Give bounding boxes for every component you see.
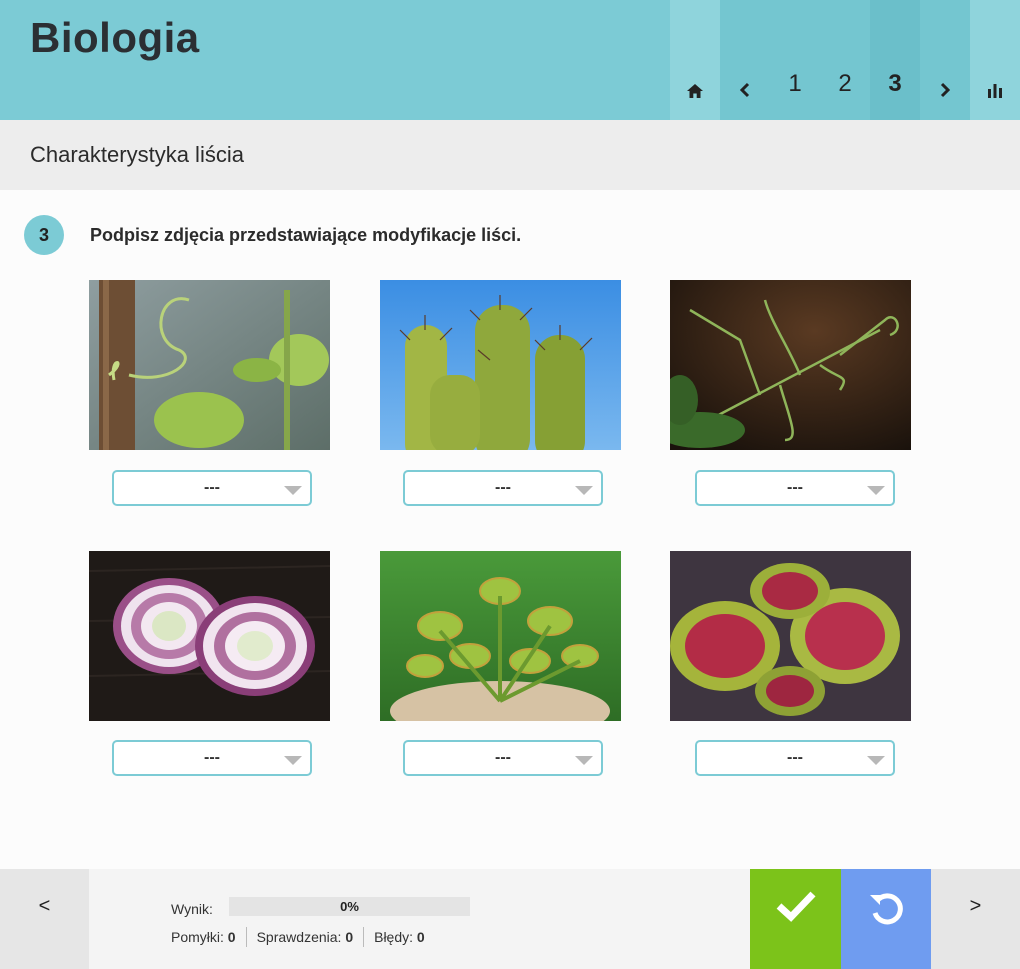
dropdown-arrow-icon — [284, 756, 302, 765]
stats-button[interactable] — [970, 0, 1020, 120]
label-select-4[interactable]: --- — [112, 740, 312, 776]
bar-chart-icon — [987, 84, 1003, 98]
select-value: --- — [204, 749, 220, 766]
nav-next-button[interactable] — [920, 0, 970, 120]
label-select-1[interactable]: --- — [112, 470, 312, 506]
page-1-label: 1 — [788, 70, 802, 97]
stat-checks-value: 0 — [345, 929, 354, 945]
dropdown-arrow-icon — [284, 486, 302, 495]
label-select-3[interactable]: --- — [695, 470, 895, 506]
photo-tendrils — [670, 280, 911, 450]
dropdown-arrow-icon — [867, 486, 885, 495]
home-icon — [687, 84, 703, 98]
question-number-badge: 3 — [24, 215, 64, 255]
footer: < Wynik: 0% Pomyłki: 0 Sprawdzenia: 0 Bł… — [0, 869, 1020, 969]
score-label: Wynik: — [171, 901, 213, 917]
nav-prev-button[interactable] — [720, 0, 770, 120]
page-2-label: 2 — [838, 70, 852, 97]
select-value: --- — [495, 479, 511, 496]
footer-prev-label: < — [38, 895, 51, 917]
label-select-5[interactable]: --- — [403, 740, 603, 776]
stat-checks: Sprawdzenia: 0 — [245, 927, 364, 947]
stat-mistakes: Pomyłki: 0 — [171, 927, 246, 947]
page-2-button[interactable]: 2 — [820, 0, 870, 120]
dropdown-arrow-icon — [575, 486, 593, 495]
footer-next-label: > — [969, 895, 982, 917]
score-value: 0% — [340, 899, 359, 914]
page-3-label: 3 — [888, 70, 902, 97]
footer-next-button[interactable]: > — [931, 869, 1020, 969]
stat-errors-label: Błędy: — [374, 929, 414, 945]
photo-coleus — [670, 551, 911, 721]
label-select-6[interactable]: --- — [695, 740, 895, 776]
dropdown-arrow-icon — [867, 756, 885, 765]
header: Biologia 1 2 3 — [0, 0, 1020, 120]
select-value: --- — [787, 749, 803, 766]
chevron-right-icon — [940, 82, 950, 98]
dropdown-arrow-icon — [575, 756, 593, 765]
stat-errors-value: 0 — [416, 929, 425, 945]
reset-icon — [867, 889, 905, 932]
home-button[interactable] — [670, 0, 720, 120]
stat-mistakes-label: Pomyłki: — [171, 929, 224, 945]
select-value: --- — [787, 479, 803, 496]
reset-button[interactable] — [841, 869, 931, 969]
stat-checks-label: Sprawdzenia: — [256, 929, 342, 945]
page-3-button[interactable]: 3 — [870, 0, 920, 120]
select-value: --- — [495, 749, 511, 766]
select-value: --- — [204, 479, 220, 496]
question-text: Podpisz zdjęcia przedstawiające modyfika… — [90, 225, 522, 245]
photo-onion — [89, 551, 330, 721]
stats-row: Pomyłki: 0 Sprawdzenia: 0 Błędy: 0 — [171, 927, 435, 947]
stat-mistakes-value: 0 — [227, 929, 236, 945]
page-navigation: 1 2 3 — [670, 0, 1020, 120]
photo-cactus — [380, 280, 621, 450]
section-header: Charakterystyka liścia — [0, 120, 1020, 190]
stat-errors: Błędy: 0 — [363, 927, 435, 947]
photo-venus-flytrap — [380, 551, 621, 721]
score-progress-bar: 0% — [229, 897, 470, 916]
photo-pea-tendrils — [89, 280, 330, 450]
footer-prev-button[interactable]: < — [0, 869, 89, 969]
chevron-left-icon — [740, 82, 750, 98]
label-select-2[interactable]: --- — [403, 470, 603, 506]
section-title: Charakterystyka liścia — [30, 142, 244, 167]
check-button[interactable] — [750, 869, 841, 969]
checkmark-icon — [775, 889, 817, 928]
page-1-button[interactable]: 1 — [770, 0, 820, 120]
app-title: Biologia — [30, 14, 200, 61]
